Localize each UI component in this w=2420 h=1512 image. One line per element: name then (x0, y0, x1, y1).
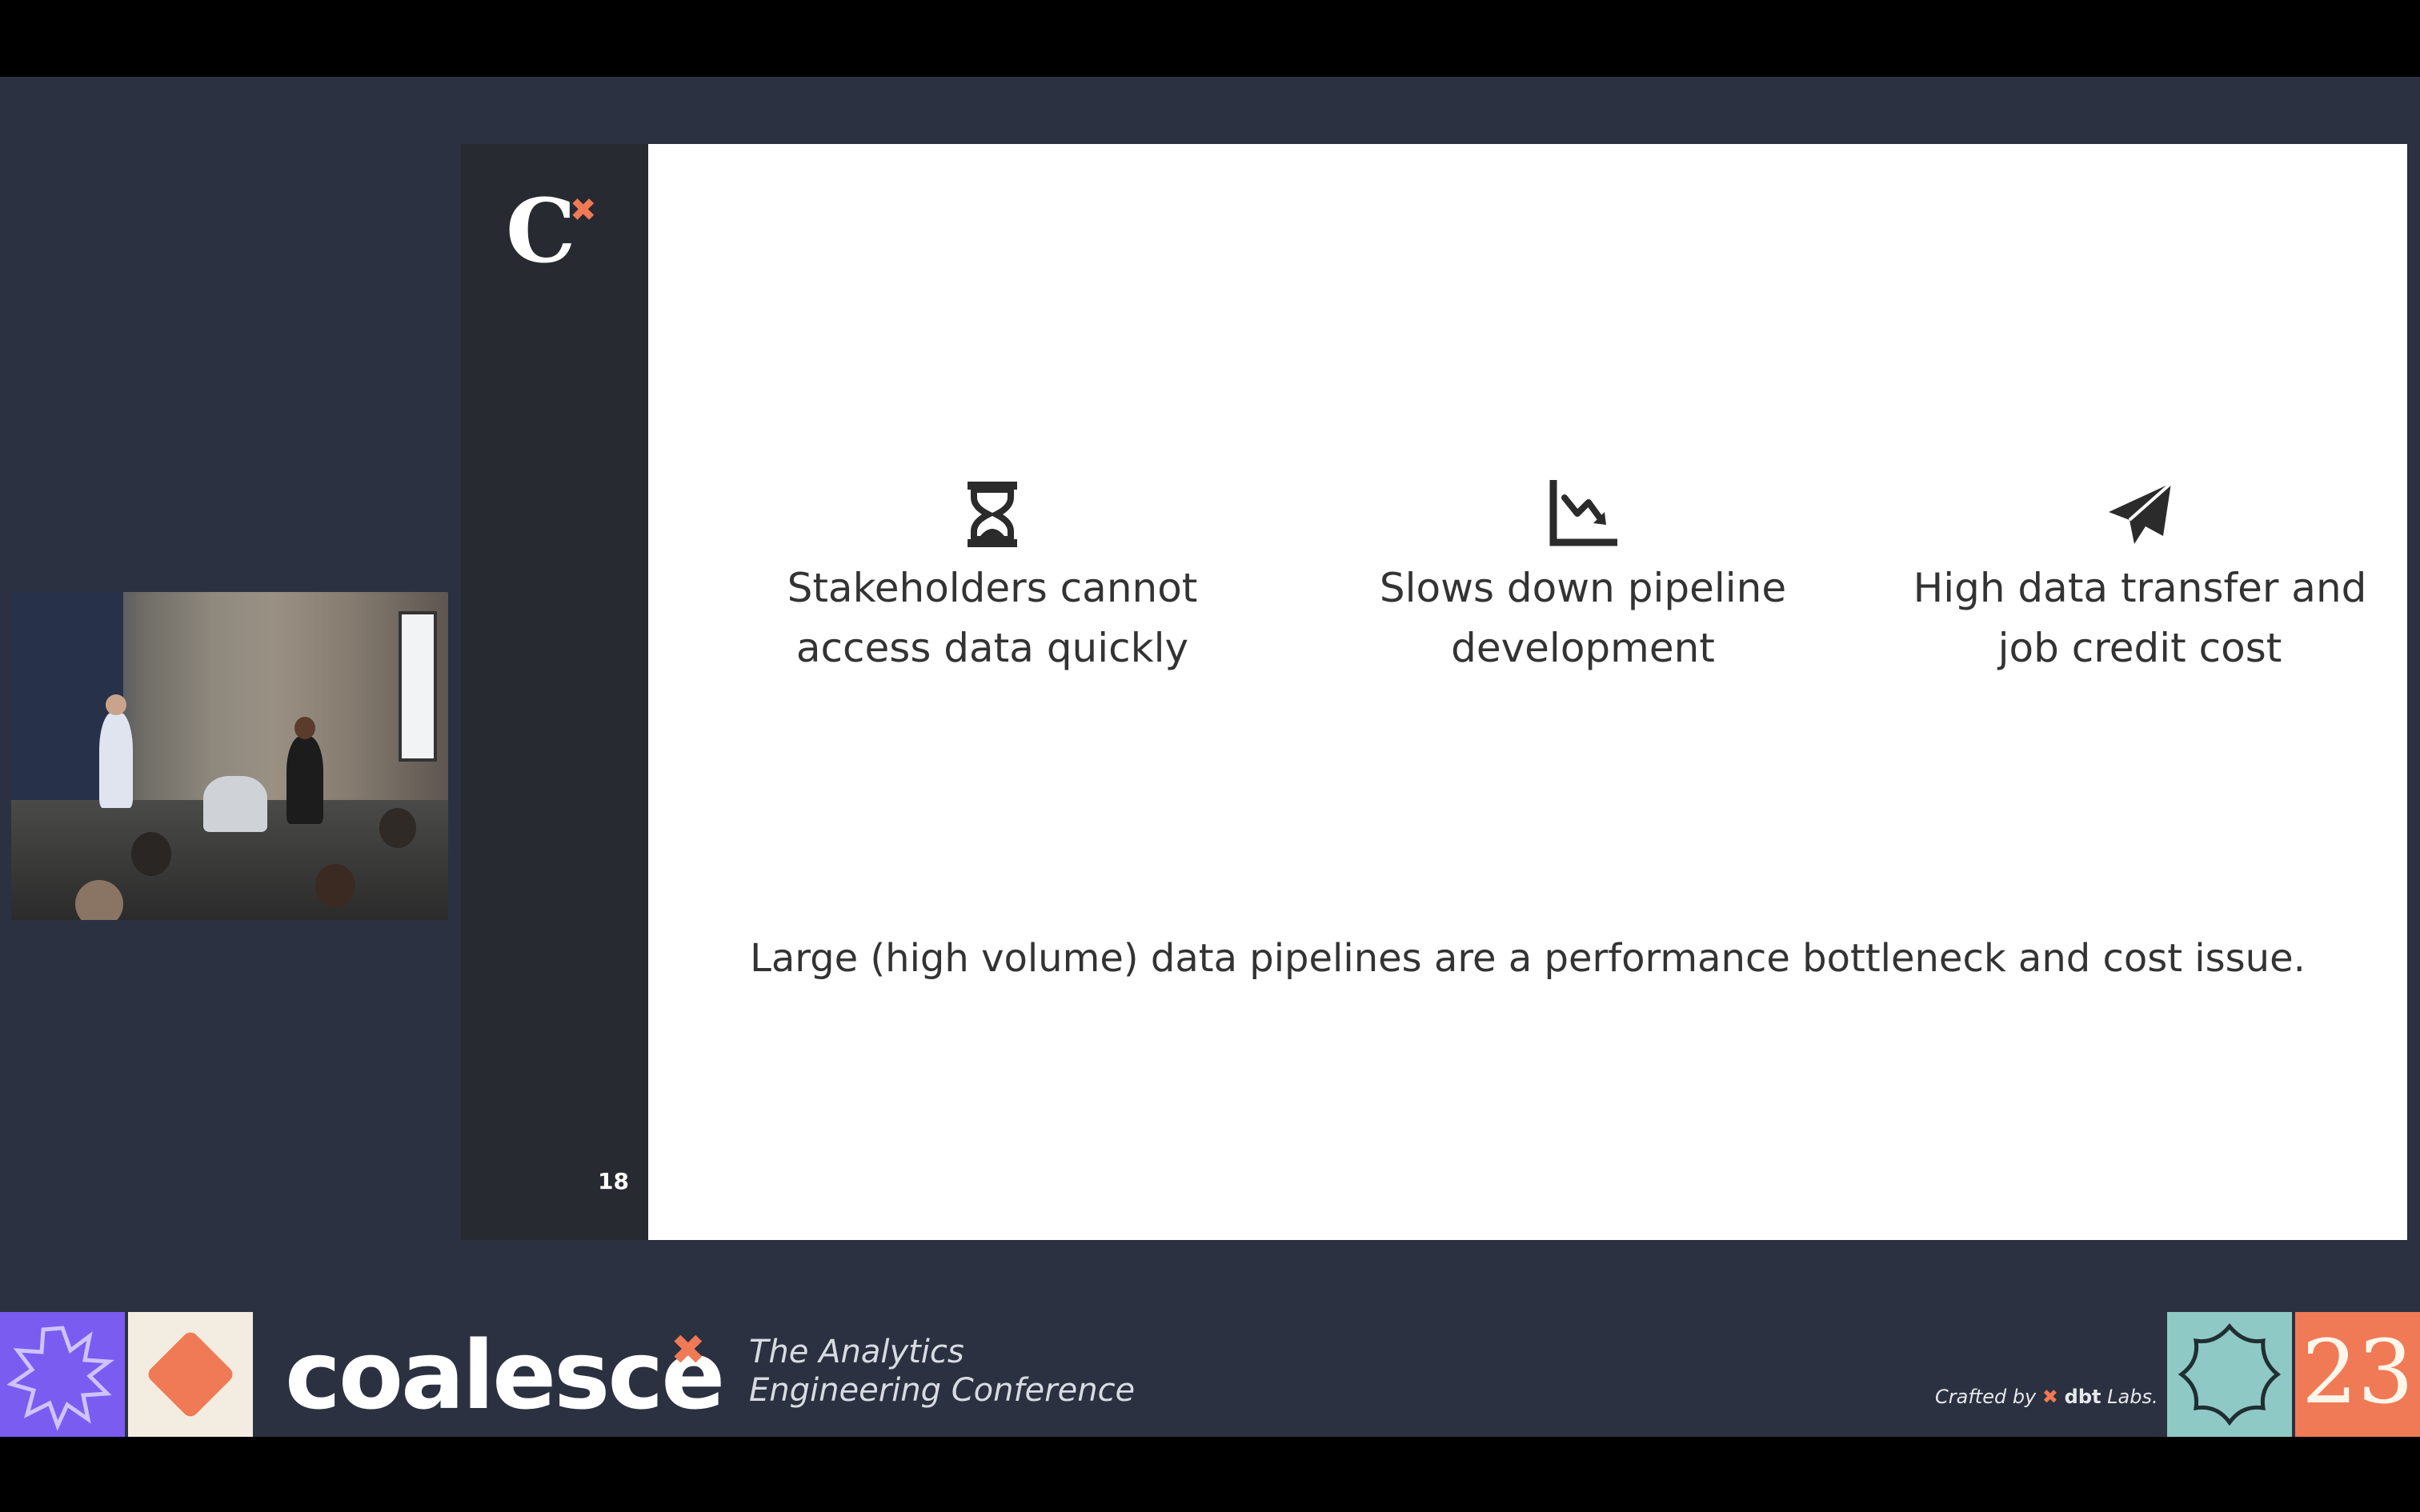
point-line-2: access data quickly (795, 625, 1189, 671)
camera-feed (11, 592, 448, 920)
starburst-icon (6, 1326, 114, 1431)
conference-tagline: The Analytics Engineering Conference (749, 1333, 1135, 1410)
audience-member (131, 832, 171, 876)
slide-summary: Large (high volume) data pipelines are a… (750, 936, 2306, 981)
top-letterbox (0, 0, 2420, 77)
company-suffix: Labs. (2107, 1386, 2158, 1408)
wavy-star-icon (2178, 1323, 2282, 1426)
brand-tile-orange: 23 (2295, 1312, 2420, 1437)
projector-screen (399, 611, 437, 762)
slide-page-number: 18 (598, 1168, 629, 1194)
point-stakeholders: Stakeholders cannot access data quickly (736, 480, 1248, 678)
point-line-1: Stakeholders cannot (787, 565, 1198, 611)
conference-year: 23 (2302, 1321, 2414, 1423)
coalesce-logo-icon: C (506, 179, 576, 282)
point-cost: High data transfer and job credit cost (1884, 480, 2396, 678)
point-line-1: High data transfer and (1913, 565, 2367, 611)
diamond-icon (145, 1329, 236, 1420)
audience-member (315, 864, 355, 908)
presenter-figure (99, 712, 133, 808)
presenter-head (106, 694, 126, 715)
audience-member (379, 808, 416, 848)
paper-plane-icon (2109, 482, 2173, 544)
point-line-2: development (1451, 625, 1715, 671)
brand-tile-teal (2167, 1312, 2292, 1437)
crafted-by-credit: Crafted by ✖ dbt Labs. (1935, 1386, 2158, 1408)
tagline-line-1: The Analytics (749, 1334, 964, 1370)
point-pipeline: Slows down pipeline development (1327, 480, 1839, 678)
wordmark-x-icon: ✖ (671, 1326, 706, 1374)
podium (203, 776, 267, 832)
brand-tile-cream (128, 1312, 253, 1437)
point-line-2: job credit cost (1997, 625, 2282, 671)
slide-content: Stakeholders cannot access data quickly … (648, 144, 2407, 1240)
chart-down-icon (1549, 480, 1617, 546)
tagline-line-2: Engineering Conference (749, 1372, 1136, 1409)
presenter-head (294, 717, 315, 739)
slide-sidebar: C ✖ 18 (461, 144, 648, 1240)
company-name: dbt (2064, 1386, 2101, 1408)
logo-x-icon: ✖ (570, 192, 597, 229)
presenter-figure (286, 736, 323, 824)
bottom-letterbox (0, 1437, 2420, 1512)
dbt-x-icon: ✖ (2041, 1386, 2059, 1408)
hourglass-icon (968, 482, 1017, 547)
coalesce-wordmark: coalesce (285, 1320, 725, 1430)
crafted-by-label: Crafted by (1935, 1386, 2037, 1408)
point-line-1: Slows down pipeline (1379, 565, 1787, 611)
brand-tile-purple (0, 1312, 125, 1437)
